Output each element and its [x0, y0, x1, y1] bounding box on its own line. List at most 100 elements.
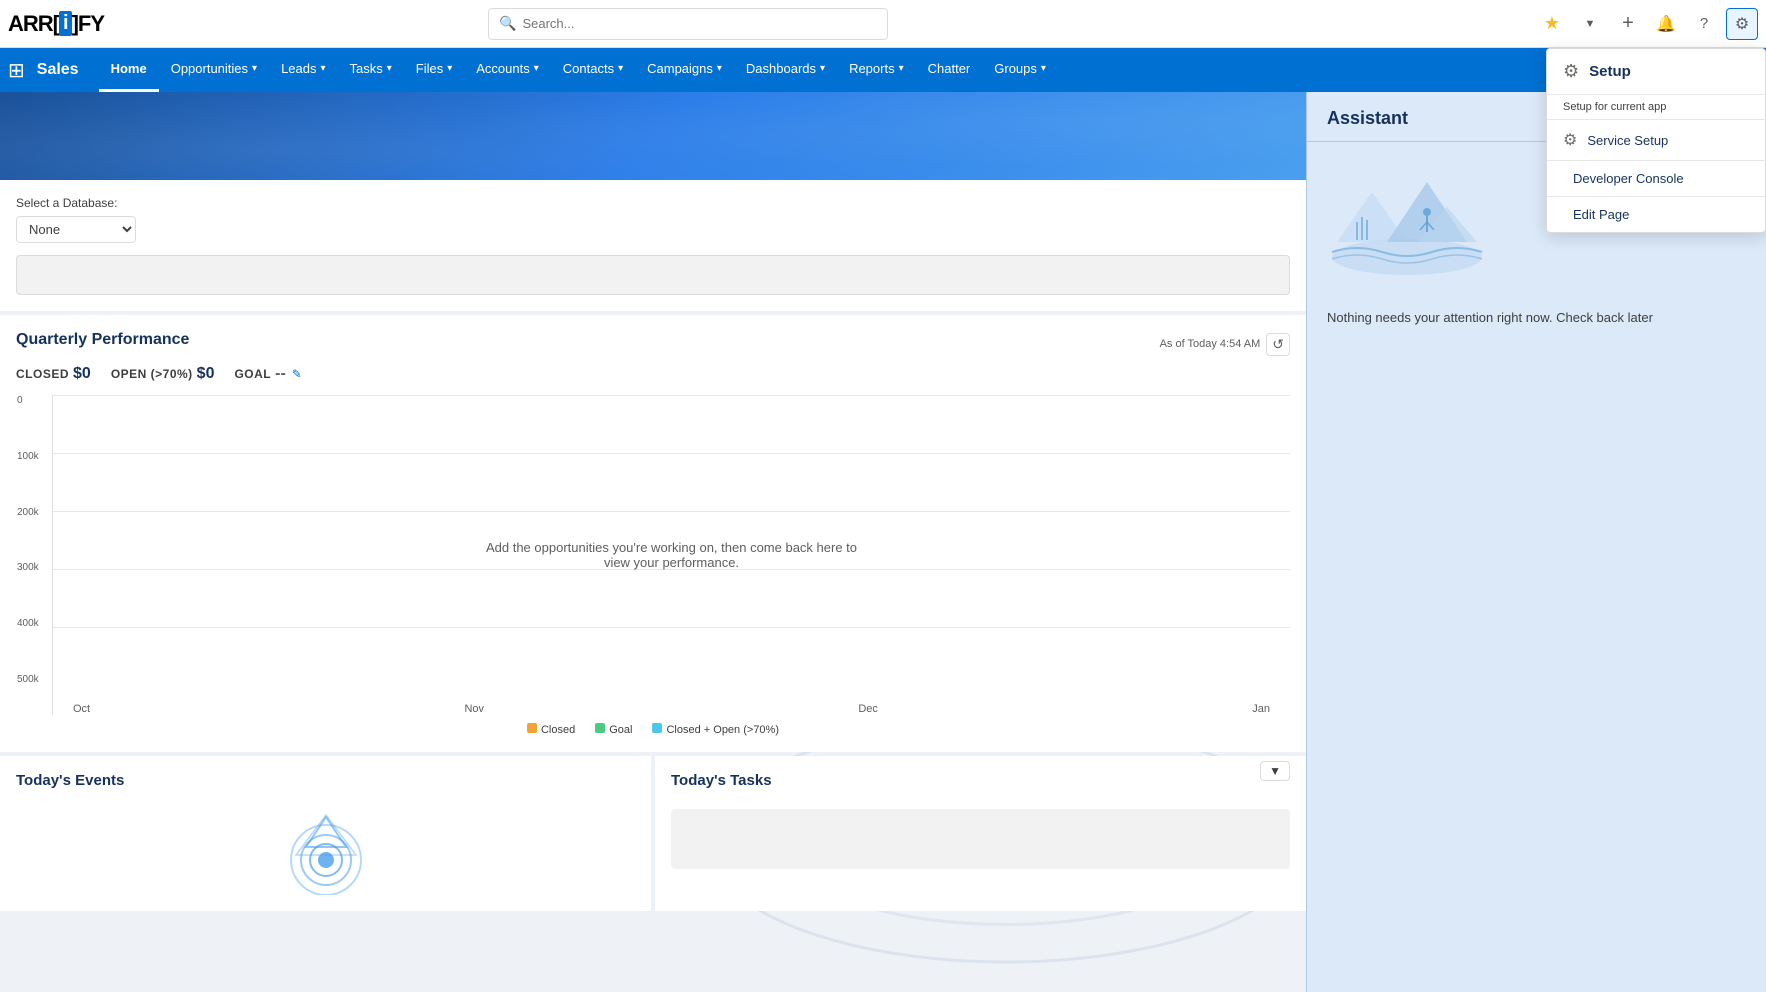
bell-icon[interactable]: 🔔	[1650, 8, 1682, 40]
bottom-row: Today's Events Today's Ta	[0, 756, 1306, 911]
leads-chevron-icon: ▾	[320, 63, 325, 74]
goal-key: GOAL	[234, 367, 271, 381]
nav-item-opportunities[interactable]: Opportunities ▾	[159, 48, 269, 92]
search-bar[interactable]: 🔍	[488, 8, 888, 40]
setup-header-gear-icon: ⚙	[1563, 61, 1579, 82]
legend-closed: Closed	[527, 723, 575, 736]
db-selector-section: Select a Database: None	[0, 180, 1306, 311]
nav-groups-label: Groups	[994, 61, 1037, 76]
nav-reports-label: Reports	[849, 61, 895, 76]
setup-dropdown-title: Setup	[1589, 63, 1631, 80]
nav-item-dashboards[interactable]: Dashboards ▾	[734, 48, 837, 92]
tasks-chevron-icon: ▾	[387, 63, 392, 74]
x-label-nov: Nov	[464, 703, 484, 715]
quarterly-header: Quarterly Performance As of Today 4:54 A…	[16, 331, 1290, 357]
top-bar-actions: ★ ▼ + 🔔 ? ⚙	[1536, 8, 1758, 40]
add-button[interactable]: +	[1612, 8, 1644, 40]
nav-home-label: Home	[111, 61, 147, 76]
empty-bar	[16, 255, 1290, 295]
open-label-item: OPEN (>70%) $0	[111, 365, 215, 383]
x-label-jan: Jan	[1252, 703, 1270, 715]
goal-label-item: GOAL -- ✎	[234, 365, 301, 383]
as-of-text: As of Today 4:54 AM ↺	[1160, 333, 1290, 356]
nav-item-files[interactable]: Files ▾	[404, 48, 464, 92]
accounts-chevron-icon: ▾	[534, 63, 539, 74]
logo-suffix: ]FY	[72, 11, 104, 37]
setup-for-current-app-item[interactable]: Setup for current app	[1547, 95, 1765, 119]
as-of-value: As of Today 4:54 AM	[1160, 338, 1261, 350]
nav-item-campaigns[interactable]: Campaigns ▾	[635, 48, 734, 92]
events-concentric-svg	[276, 805, 376, 895]
nav-item-groups[interactable]: Groups ▾	[982, 48, 1058, 92]
nav-chatter-label: Chatter	[928, 61, 971, 76]
today-tasks-panel: Today's Tasks ▼	[655, 756, 1306, 911]
search-input[interactable]	[522, 16, 877, 31]
y-label-100k: 100k	[17, 451, 39, 462]
y-label-200k: 200k	[17, 507, 39, 518]
service-setup-label: Service Setup	[1587, 133, 1668, 148]
campaigns-chevron-icon: ▾	[717, 63, 722, 74]
chart-x-labels: Oct Nov Dec Jan	[53, 703, 1290, 715]
tasks-dropdown-button[interactable]: ▼	[1260, 761, 1290, 781]
favorite-star-icon[interactable]: ★	[1536, 8, 1568, 40]
nav-bar: ⊞ Sales Home Opportunities ▾ Leads ▾ Tas…	[0, 48, 1766, 92]
nav-accounts-label: Accounts	[476, 61, 529, 76]
db-selector-wrapper: None	[16, 216, 1290, 243]
service-setup-icon: ⚙	[1563, 130, 1577, 150]
goal-value: --	[275, 365, 286, 383]
chart-empty-message: Add the opportunities you're working on,…	[472, 540, 872, 570]
quarterly-title: Quarterly Performance	[16, 331, 189, 349]
nav-item-accounts[interactable]: Accounts ▾	[464, 48, 551, 92]
edit-goal-icon[interactable]: ✎	[292, 367, 302, 381]
legend-goal-dot	[595, 723, 605, 733]
search-icon: 🔍	[499, 15, 516, 32]
assistant-illustration-svg	[1327, 162, 1487, 282]
gridline-5	[53, 395, 1290, 453]
nav-leads-label: Leads	[281, 61, 316, 76]
files-chevron-icon: ▾	[447, 63, 452, 74]
legend-closed-dot	[527, 723, 537, 733]
dropdown-toggle-button[interactable]: ▼	[1574, 8, 1606, 40]
x-label-oct: Oct	[73, 703, 90, 715]
nav-campaigns-label: Campaigns	[647, 61, 713, 76]
app-switcher-icon[interactable]: ⊞	[8, 58, 25, 83]
nav-tasks-label: Tasks	[350, 61, 383, 76]
nav-item-contacts[interactable]: Contacts ▾	[551, 48, 635, 92]
blue-banner	[0, 92, 1306, 180]
nav-item-leads[interactable]: Leads ▾	[269, 48, 337, 92]
service-setup-item[interactable]: ⚙ Service Setup	[1547, 119, 1765, 160]
setup-dropdown-header: ⚙ Setup	[1547, 49, 1765, 95]
today-tasks-title: Today's Tasks	[671, 772, 772, 789]
nav-dashboards-label: Dashboards	[746, 61, 816, 76]
logo[interactable]: ARR[i]FY	[8, 11, 148, 37]
nav-item-reports[interactable]: Reports ▾	[837, 48, 916, 92]
refresh-button[interactable]: ↺	[1266, 333, 1290, 356]
open-value: $0	[197, 365, 215, 383]
x-label-dec: Dec	[858, 703, 878, 715]
gridline-4	[53, 453, 1290, 511]
help-icon[interactable]: ?	[1688, 8, 1720, 40]
open-key: OPEN (>70%)	[111, 367, 193, 381]
db-select-dropdown[interactable]: None	[16, 216, 136, 243]
setup-gear-button[interactable]: ⚙	[1726, 8, 1758, 40]
legend-closed-open: Closed + Open (>70%)	[652, 723, 779, 736]
edit-page-label: Edit Page	[1573, 207, 1629, 222]
gridline-1	[53, 627, 1290, 685]
performance-labels: CLOSED $0 OPEN (>70%) $0 GOAL -- ✎	[16, 365, 1290, 383]
nav-files-label: Files	[416, 61, 443, 76]
nav-item-tasks[interactable]: Tasks ▾	[338, 48, 404, 92]
developer-console-item[interactable]: Developer Console	[1547, 160, 1765, 196]
nav-item-chatter[interactable]: Chatter	[916, 48, 983, 92]
y-label-500k: 500k	[17, 674, 39, 685]
chart-legend: Closed Goal Closed + Open (>70%)	[16, 723, 1290, 736]
legend-goal: Goal	[595, 723, 632, 736]
y-label-0: 0	[17, 395, 39, 406]
y-label-300k: 300k	[17, 562, 39, 573]
today-events-panel: Today's Events	[0, 756, 651, 911]
top-bar: ARR[i]FY 🔍 ★ ▼ + 🔔 ? ⚙ ⚙ Setup Setup for…	[0, 0, 1766, 48]
nav-item-home[interactable]: Home	[99, 48, 159, 92]
nav-items: Home Opportunities ▾ Leads ▾ Tasks ▾ Fil…	[99, 48, 1758, 92]
logo-prefix: ARR[	[8, 11, 59, 37]
developer-console-label: Developer Console	[1573, 171, 1684, 186]
edit-page-item[interactable]: Edit Page	[1547, 196, 1765, 232]
